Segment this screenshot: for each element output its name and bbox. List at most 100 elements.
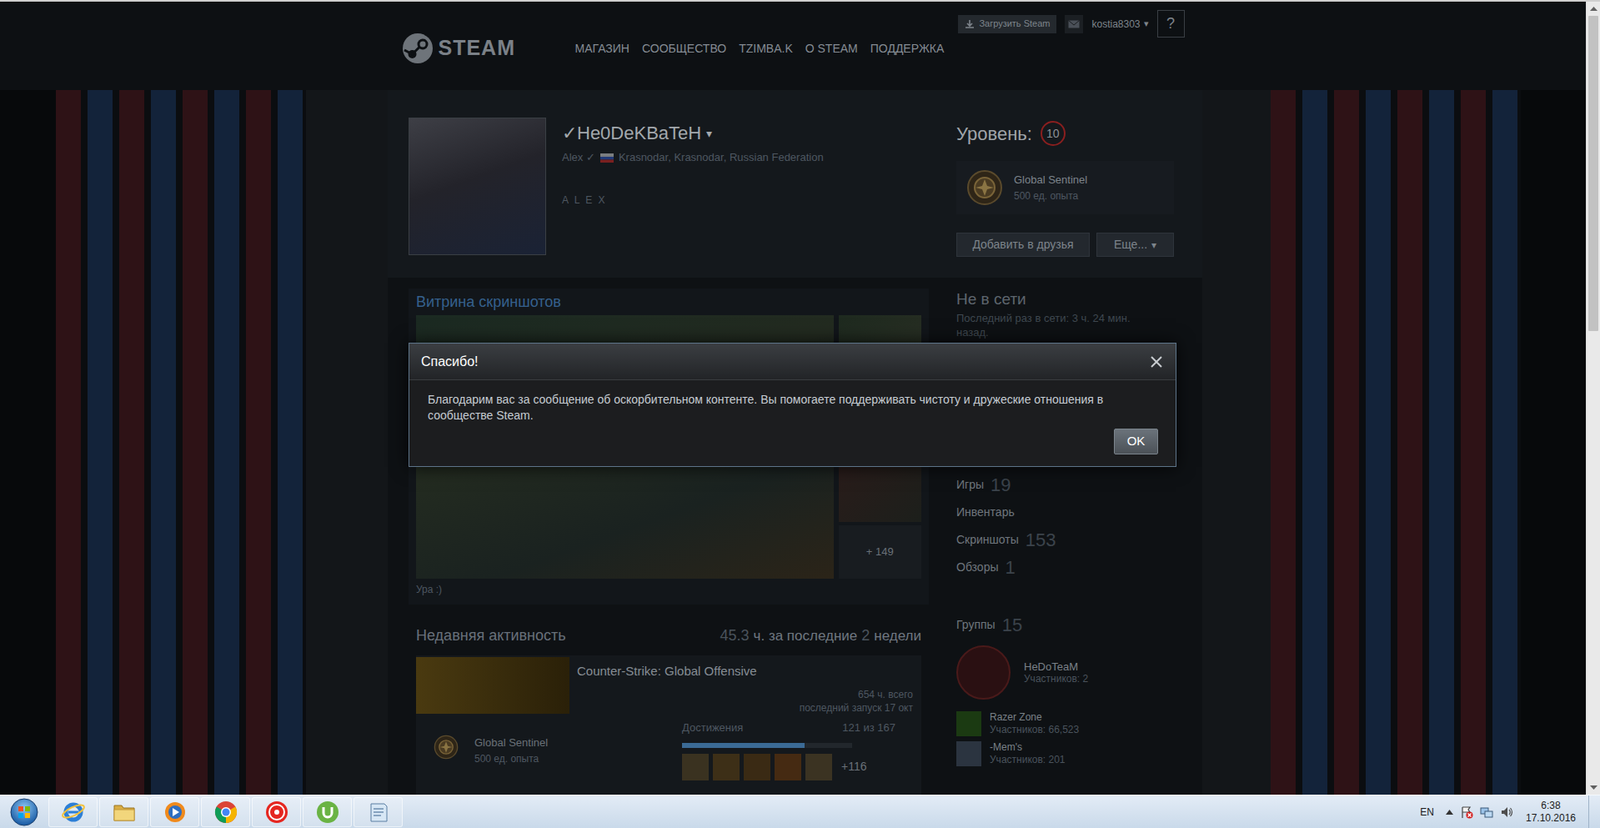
clock[interactable]: 6:3817.10.2016 <box>1519 799 1582 825</box>
level-value: 10 <box>1046 125 1060 143</box>
profile-header: ✓He0DeKBaTeH▾Alex ✓Krasnodar, Krasnodar,… <box>387 90 1203 278</box>
group-name[interactable]: Razer Zone <box>989 711 1079 724</box>
action-center-flag-icon[interactable] <box>1459 805 1474 819</box>
stat-count[interactable]: 19 <box>990 471 1011 499</box>
stat-count[interactable]: 153 <box>1025 526 1057 554</box>
stat-link[interactable]: Инвентарь <box>956 500 1174 524</box>
file-explorer[interactable] <box>99 797 149 828</box>
network-icon[interactable] <box>1479 805 1494 819</box>
achievement-icon[interactable] <box>743 753 771 781</box>
groups-link[interactable]: Группы 15 <box>956 612 1174 637</box>
group-members: Участников: 201 <box>989 753 1066 767</box>
groups-label[interactable]: Группы <box>956 616 996 634</box>
account-bar: Загрузить Steam kostia8303▾? <box>957 1 1184 38</box>
stat-link[interactable]: Скриншоты 153 <box>956 527 1174 552</box>
achievement-icon[interactable] <box>805 753 833 781</box>
name-caret[interactable]: ▾ <box>706 125 713 143</box>
scroll-thumb[interactable] <box>1588 15 1599 332</box>
achievement-progress-track <box>682 742 853 748</box>
groups-count[interactable]: 15 <box>1002 611 1023 639</box>
notepad-app[interactable] <box>353 797 403 828</box>
start-button[interactable] <box>0 795 48 828</box>
group-avatar[interactable] <box>956 741 982 767</box>
more-button[interactable]: Еще...▾ <box>1096 232 1174 257</box>
steam-logo[interactable]: STEAM <box>401 32 524 65</box>
group-avatar[interactable] <box>956 711 982 737</box>
more-achievements[interactable]: +116 <box>841 757 868 776</box>
account-name[interactable]: kostia8303 <box>1091 16 1140 32</box>
level-label: Уровень: <box>956 120 1033 148</box>
ok-label[interactable]: OK <box>1127 431 1146 452</box>
account-caret[interactable]: ▾ <box>1143 16 1149 31</box>
game-badge[interactable]: Global Sentinel500 ед. опыта <box>433 719 683 781</box>
show-hidden-icons-icon[interactable] <box>1445 809 1454 815</box>
nav-link[interactable]: О STEAM <box>805 40 858 58</box>
stat-count[interactable]: 1 <box>1005 553 1016 582</box>
nav-link[interactable]: TZIMBA.K <box>738 40 793 58</box>
scroll-up-button[interactable] <box>1586 1 1600 16</box>
media-player[interactable] <box>150 797 200 828</box>
scroll-down-button[interactable] <box>1586 780 1600 795</box>
stat-label[interactable]: Обзоры <box>956 558 999 577</box>
page-scrollbar[interactable] <box>1585 1 1600 795</box>
more-screenshots-button[interactable]: + 149 <box>838 525 923 579</box>
group-name[interactable]: -Mem's <box>989 741 1066 754</box>
achievements-label: Достижения <box>682 719 743 737</box>
stat-link[interactable]: Игры 19 <box>956 472 1174 497</box>
nav-link[interactable]: СООБЩЕСТВО <box>642 40 727 58</box>
add-friend-label[interactable]: Добавить в друзья <box>972 235 1074 254</box>
achievement-icon[interactable] <box>774 753 802 781</box>
stat-label[interactable]: Инвентарь <box>956 503 1015 522</box>
stat-link[interactable]: Обзоры 1 <box>956 555 1174 579</box>
profile-name[interactable]: ✓He0DeKBaTeH <box>561 122 702 145</box>
stat-label[interactable]: Скриншоты <box>956 531 1019 549</box>
stat-label[interactable]: Игры <box>956 476 984 494</box>
badge-name[interactable]: Global Sentinel <box>1013 171 1088 189</box>
total-playtime: 654 ч. всего <box>857 687 913 702</box>
achievement-icon[interactable] <box>712 753 740 781</box>
dialog-body: Благодарим вас за сообщение об оскорбите… <box>409 380 1176 467</box>
close-icon[interactable] <box>1150 356 1163 368</box>
group-item[interactable]: -Mem'sУчастников: 201 <box>956 741 1174 767</box>
more-label[interactable]: Еще... <box>1113 235 1148 254</box>
game-capsule-image[interactable] <box>416 657 570 714</box>
yandex-browser[interactable] <box>251 797 301 828</box>
utorrent[interactable] <box>302 797 352 828</box>
language-indicator[interactable]: EN <box>1414 804 1440 820</box>
game-badge-name[interactable]: Global Sentinel <box>474 734 548 752</box>
favorite-badge[interactable]: Global Sentinel500 ед. опыта <box>956 160 1174 215</box>
logo-text[interactable]: STEAM <box>438 32 517 65</box>
volume-icon[interactable] <box>1499 805 1514 819</box>
clock-time[interactable]: 6:38 <box>1540 799 1560 813</box>
steam-logo-icon <box>401 32 434 65</box>
profile-name-row: ✓He0DeKBaTeH▾ <box>561 122 824 145</box>
show-desktop-button[interactable] <box>1588 795 1600 828</box>
install-steam-button[interactable]: Загрузить Steam <box>957 15 1057 34</box>
help-button[interactable]: ? <box>1157 10 1185 38</box>
last-played: последний запуск 17 окт <box>799 701 913 715</box>
group-item[interactable]: Razer ZoneУчастников: 66,523 <box>956 711 1174 737</box>
recent-weeks-label: недели <box>873 625 922 648</box>
more-screenshots-count[interactable]: + 149 <box>866 543 894 561</box>
badge-xp: 500 ед. опыта <box>1013 188 1088 204</box>
achievement-icon[interactable] <box>682 753 709 781</box>
group-members: Участников: 66,523 <box>989 723 1079 737</box>
chrome[interactable] <box>200 797 251 828</box>
install-steam-label[interactable]: Загрузить Steam <box>978 16 1050 31</box>
inbox-button[interactable] <box>1064 15 1084 34</box>
ok-button[interactable]: OK <box>1113 428 1159 455</box>
add-friend-button[interactable]: Добавить в друзья <box>956 232 1090 257</box>
game-title[interactable]: Counter-Strike: Global Offensive <box>576 663 913 679</box>
nav-link[interactable]: МАГАЗИН <box>575 40 630 58</box>
group-item[interactable]: HeDoTeaMУчастников: 2 <box>956 645 1174 700</box>
download-icon <box>964 19 975 30</box>
more-caret[interactable]: ▾ <box>1151 237 1157 253</box>
clock-date[interactable]: 17.10.2016 <box>1525 812 1576 825</box>
help-label[interactable]: ? <box>1166 12 1175 36</box>
nav-link[interactable]: ПОДДЕРЖКА <box>870 40 945 58</box>
internet-explorer[interactable] <box>48 797 98 828</box>
group-avatar[interactable] <box>956 645 1011 700</box>
account-menu[interactable]: kostia8303▾ <box>1091 16 1149 32</box>
level-badge: 10 <box>1040 120 1066 146</box>
group-name[interactable]: HeDoTeaM <box>1023 660 1089 673</box>
